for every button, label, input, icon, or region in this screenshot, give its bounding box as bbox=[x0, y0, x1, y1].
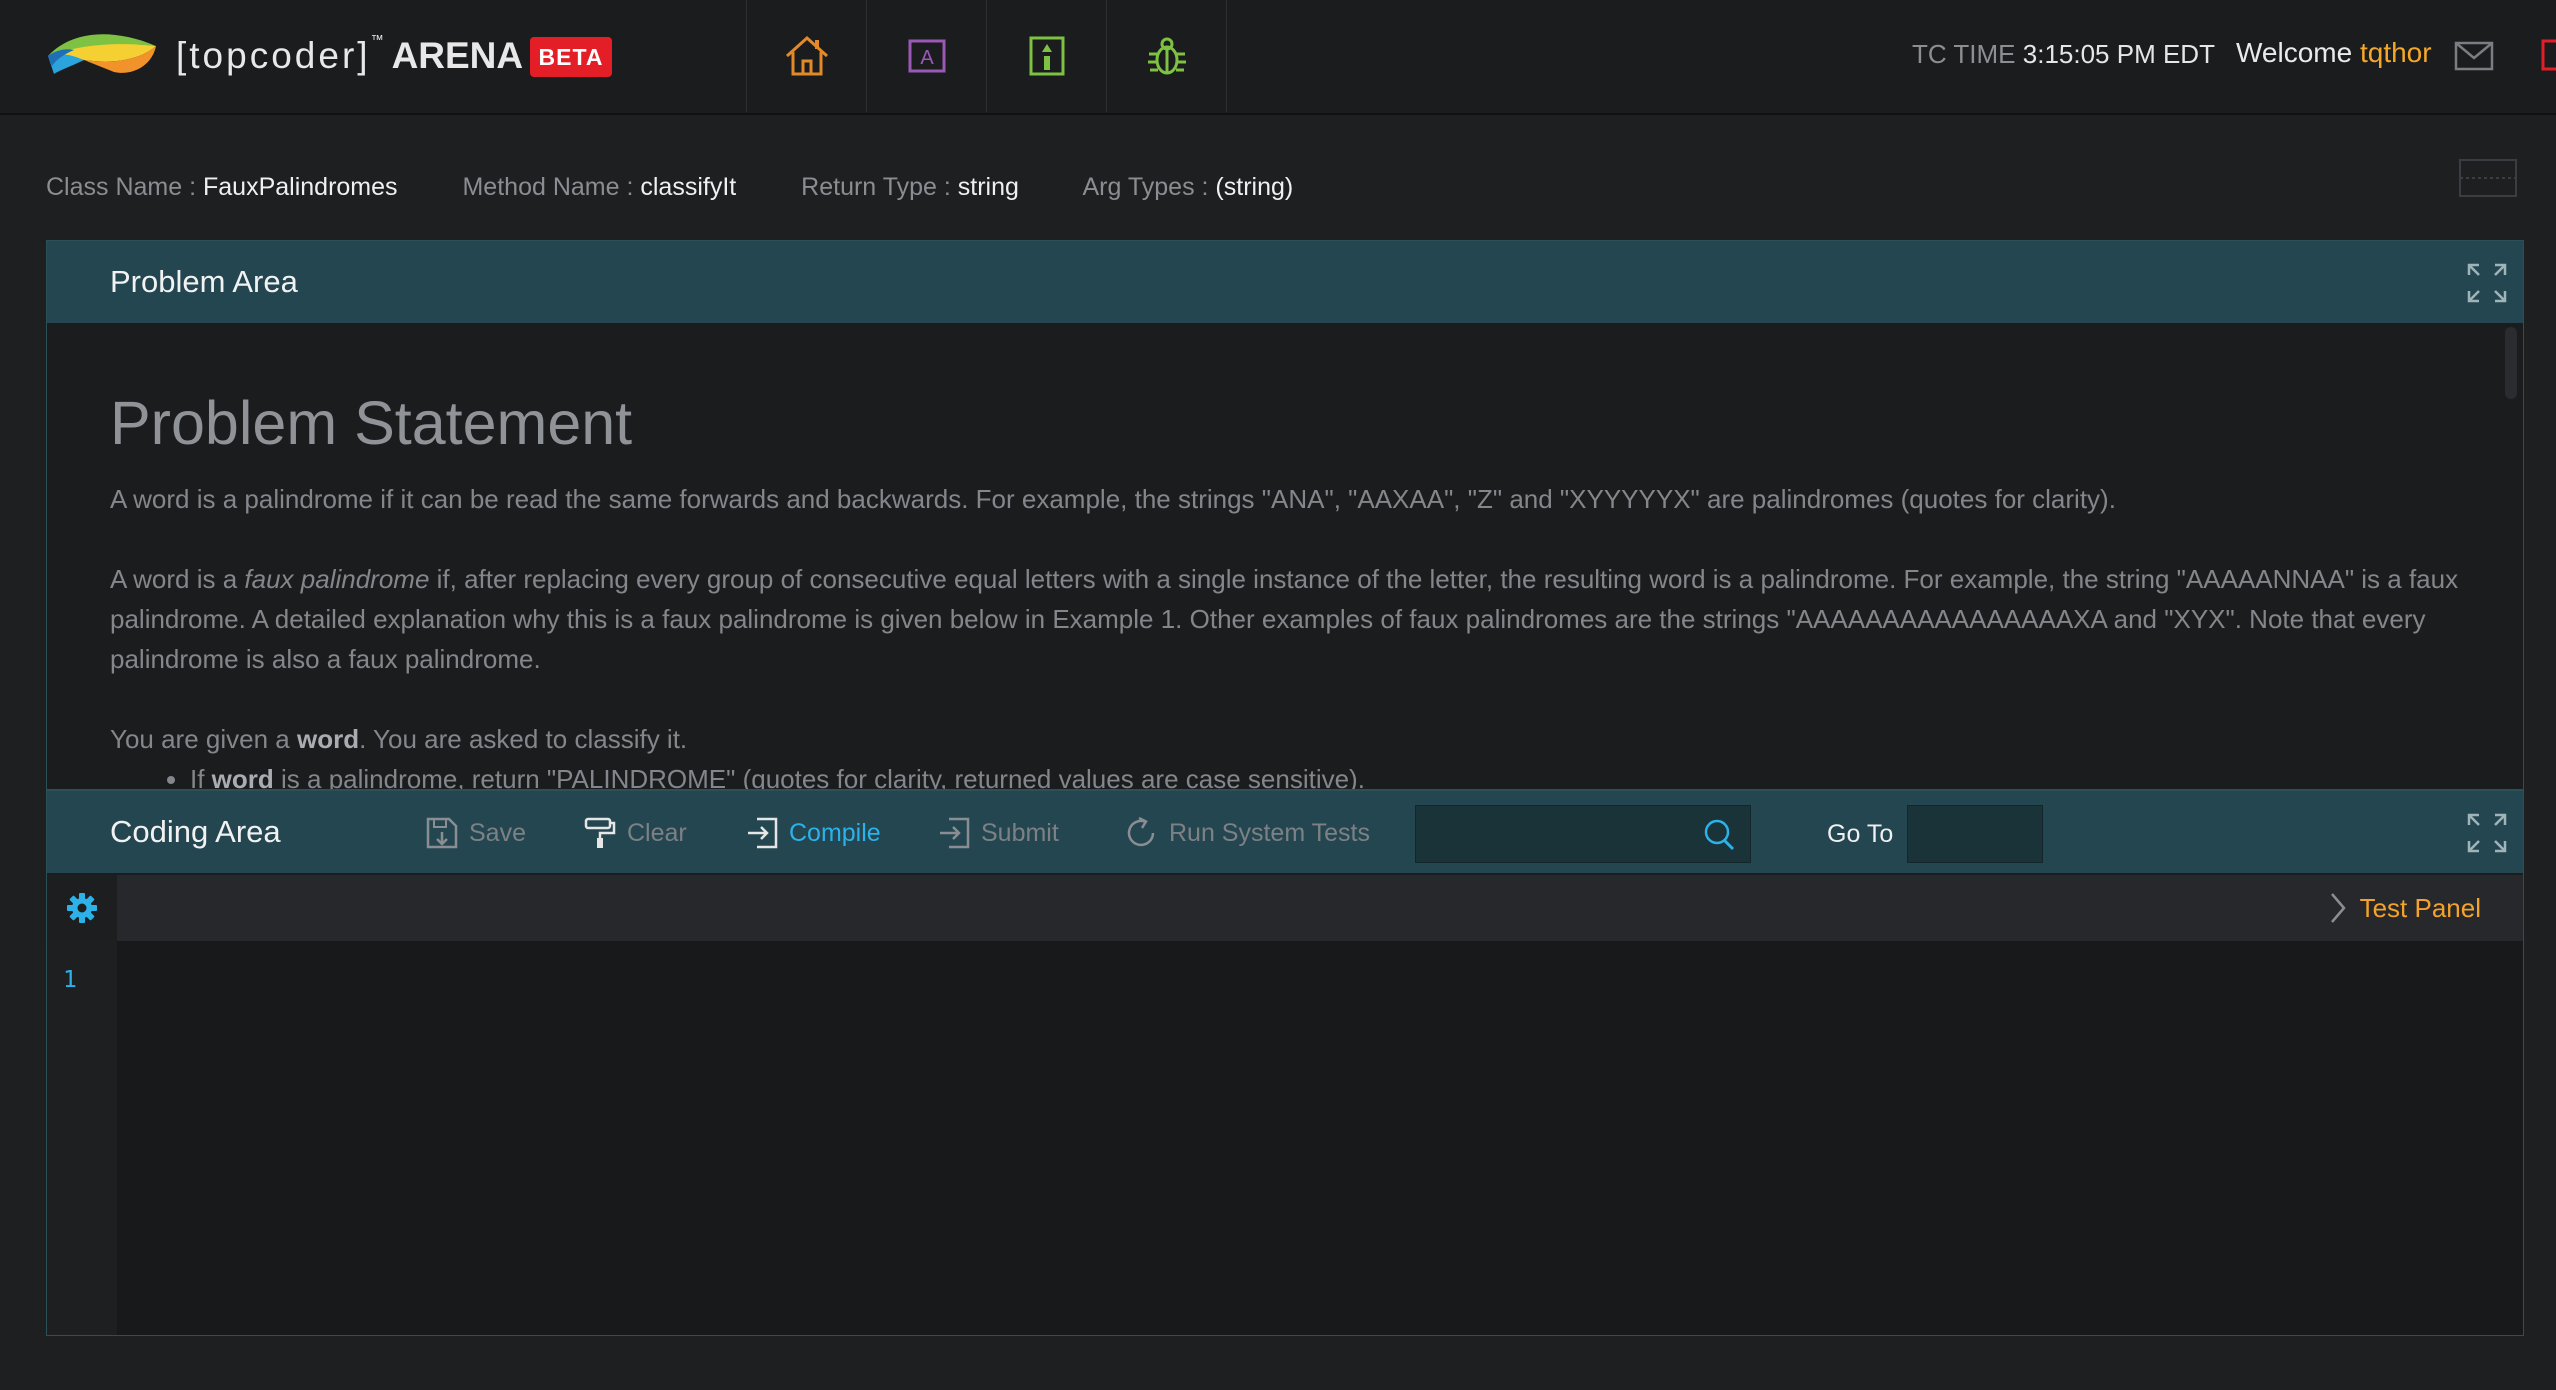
topcoder-logo-icon[interactable] bbox=[44, 26, 160, 78]
problem-area-panel: Problem Area Problem Statement A word is… bbox=[46, 240, 2524, 790]
brand-arena: ARENA bbox=[391, 35, 524, 76]
li1-text-c: is a palindrome, return "PALINDROME" (qu… bbox=[273, 764, 1365, 789]
line-number-gutter bbox=[47, 941, 117, 1335]
tc-time-label: TC TIME bbox=[1912, 39, 2016, 69]
brand-topcoder: [topcoder] bbox=[176, 35, 371, 76]
paint-roller-icon bbox=[584, 817, 616, 848]
list-item: If word is a palindrome, return "PALINDR… bbox=[190, 759, 2487, 789]
problem-statement-body: Problem Statement A word is a palindrome… bbox=[47, 323, 2487, 789]
logout-icon[interactable] bbox=[2540, 38, 2556, 72]
bug-report-icon bbox=[1147, 37, 1186, 75]
p3-text-c: . You are asked to classify it. bbox=[359, 724, 688, 754]
svg-text:A: A bbox=[920, 47, 934, 69]
p3-text-a: You are given a bbox=[110, 724, 297, 754]
practice-rooms-icon bbox=[1029, 36, 1064, 76]
li1-bold: word bbox=[211, 764, 274, 789]
coding-area-title: Coding Area bbox=[110, 814, 281, 849]
clear-label: Clear bbox=[627, 818, 687, 847]
code-search-input[interactable] bbox=[1416, 806, 1686, 862]
li1-text-a: If bbox=[190, 764, 212, 789]
p2-emphasis: faux palindrome bbox=[244, 564, 430, 594]
test-panel-toggle[interactable]: Test Panel bbox=[2330, 889, 2481, 927]
username-link[interactable]: tqthor bbox=[2360, 37, 2432, 68]
coding-area-panel: Coding Area Save Clear Compile Submit Ru… bbox=[46, 790, 2524, 1336]
class-name-info: Class Name : FauxPalindromes bbox=[46, 173, 398, 201]
editor-toolbar: Test Panel bbox=[47, 875, 2523, 941]
code-editor[interactable] bbox=[117, 941, 2523, 1335]
home-icon bbox=[785, 35, 828, 76]
coding-area-header: Coding Area Save Clear Compile Submit Ru… bbox=[47, 791, 2523, 873]
expand-icon[interactable] bbox=[2465, 261, 2509, 305]
class-name-label: Class Name : bbox=[46, 173, 197, 201]
method-name-value: classifyIt bbox=[640, 173, 737, 201]
return-type-label: Return Type : bbox=[801, 173, 951, 201]
problem-paragraph-1: A word is a palindrome if it can be read… bbox=[110, 484, 2116, 514]
go-to-label: Go To bbox=[1827, 820, 1894, 848]
code-search-box bbox=[1415, 805, 1751, 863]
save-icon bbox=[426, 817, 458, 849]
nav-bug-report[interactable] bbox=[1106, 0, 1227, 112]
compile-button[interactable]: Compile bbox=[745, 811, 881, 855]
top-header: [topcoder]™ ARENA BETA A TC TIME 3:15:05… bbox=[0, 0, 2556, 115]
return-type-value: string bbox=[957, 173, 1019, 201]
class-name-value: FauxPalindromes bbox=[203, 173, 398, 201]
p3-bold: word bbox=[296, 724, 360, 754]
arg-types-value: (string) bbox=[1215, 173, 1294, 201]
clear-button[interactable]: Clear bbox=[583, 811, 687, 855]
problem-statement-heading: Problem Statement bbox=[110, 389, 633, 457]
welcome-label: Welcome bbox=[2236, 37, 2353, 68]
editor-settings-button[interactable] bbox=[47, 875, 117, 941]
arg-types-label: Arg Types : bbox=[1082, 173, 1209, 201]
chevron-right-icon bbox=[2330, 893, 2346, 923]
compile-label: Compile bbox=[789, 818, 881, 847]
save-label: Save bbox=[469, 818, 526, 847]
return-type-info: Return Type : string bbox=[801, 173, 1019, 201]
layout-toggle-icon[interactable] bbox=[2458, 158, 2518, 198]
nav-practice-rooms[interactable] bbox=[986, 0, 1106, 112]
arg-types-info: Arg Types : (string) bbox=[1082, 173, 1293, 201]
expand-icon[interactable] bbox=[2465, 811, 2509, 855]
mail-icon[interactable] bbox=[2454, 40, 2494, 72]
run-system-tests-label: Run System Tests bbox=[1169, 818, 1371, 847]
problem-area-header: Problem Area bbox=[47, 241, 2523, 323]
line-number: 1 bbox=[63, 967, 77, 993]
p2-text-b: if, after replacing every group of conse… bbox=[110, 564, 2459, 674]
brand-trademark: ™ bbox=[370, 32, 384, 47]
test-panel-label: Test Panel bbox=[2359, 893, 2481, 923]
submit-button[interactable]: Submit bbox=[937, 811, 1059, 855]
go-to-line-input[interactable] bbox=[1907, 805, 2043, 863]
gear-icon bbox=[67, 893, 97, 923]
welcome-message: Welcome tqthor bbox=[2236, 34, 2432, 72]
brand-wordmark: [topcoder]™ ARENA bbox=[176, 30, 523, 82]
nav-home[interactable] bbox=[746, 0, 866, 112]
refresh-icon bbox=[1127, 816, 1155, 847]
problem-meta-row: Class Name : FauxPalindromes Method Name… bbox=[46, 168, 1351, 206]
method-name-label: Method Name : bbox=[462, 173, 634, 201]
beta-badge: BETA bbox=[530, 37, 612, 77]
search-icon[interactable] bbox=[1702, 818, 1736, 852]
p2-text-a: A word is a bbox=[110, 564, 245, 594]
submit-label: Submit bbox=[981, 818, 1059, 847]
tc-time-value: 3:15:05 PM EDT bbox=[2022, 39, 2215, 69]
run-system-tests-button[interactable]: Run System Tests bbox=[1123, 811, 1370, 855]
compile-icon bbox=[748, 817, 778, 849]
problem-paragraph-3: You are given a word. You are asked to c… bbox=[110, 719, 2487, 759]
method-name-info: Method Name : classifyIt bbox=[462, 173, 736, 201]
submit-icon bbox=[940, 817, 970, 849]
problem-area-title: Problem Area bbox=[110, 264, 298, 299]
problem-paragraph-2: A word is a faux palindrome if, after re… bbox=[110, 559, 2487, 679]
save-button[interactable]: Save bbox=[425, 811, 526, 855]
active-contests-icon: A bbox=[908, 39, 945, 73]
problem-scrollbar[interactable] bbox=[2505, 327, 2517, 399]
nav-active-contests[interactable]: A bbox=[866, 0, 986, 112]
tc-time: TC TIME 3:15:05 PM EDT bbox=[1912, 36, 2215, 72]
problem-rules-list: If word is a palindrome, return "PALINDR… bbox=[110, 759, 2487, 789]
